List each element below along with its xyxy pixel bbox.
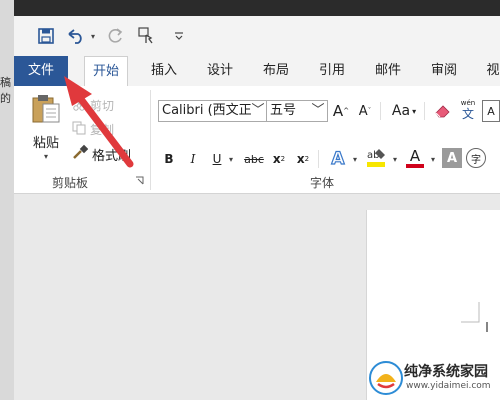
tab-home[interactable]: 开始 — [84, 56, 128, 87]
chevron-down-icon: ﹀ — [311, 103, 325, 118]
left-edge-text: 稿的 — [0, 76, 11, 105]
grow-font-button[interactable]: A ^ — [332, 100, 350, 122]
font-separator — [318, 150, 319, 168]
char-border-button[interactable]: A — [482, 100, 500, 122]
group-separator — [150, 90, 151, 190]
font-color-button[interactable]: A — [404, 146, 426, 170]
font-size-value: 五号 — [270, 103, 297, 118]
superscript-button[interactable]: x2 — [294, 150, 312, 168]
tab-layout[interactable]: 布局 — [254, 56, 298, 86]
watermark: 纯净系统家园 www.yidaimei.com — [366, 359, 498, 397]
chevron-down-icon: ▾ — [412, 106, 417, 116]
phonetic-top: wén — [460, 99, 476, 107]
font-group-label: 字体 — [310, 176, 335, 190]
tab-review[interactable]: 审阅 — [422, 56, 466, 86]
grow-font-icon: ^ — [343, 107, 350, 115]
cut-button[interactable]: 剪切 — [72, 96, 142, 114]
paste-label[interactable]: 粘贴 — [26, 132, 66, 151]
font-color-label: A — [409, 147, 421, 165]
redo-icon — [108, 28, 123, 43]
text-effects-button[interactable]: A — [328, 148, 348, 170]
undo-button[interactable] — [66, 26, 88, 46]
watermark-url: www.yidaimei.com — [406, 381, 491, 391]
shrink-font-label: A — [358, 103, 368, 119]
copy-icon — [72, 121, 90, 138]
change-case-label: Aa — [391, 103, 411, 119]
tab-mailings[interactable]: 邮件 — [366, 56, 410, 86]
change-case-button[interactable]: Aa ▾ — [386, 100, 422, 122]
superscript-label: x — [296, 152, 305, 166]
underline-dropdown[interactable]: ▾ — [226, 150, 236, 168]
subscript-icon: 2 — [280, 155, 286, 163]
highlight-button[interactable]: ab — [364, 146, 388, 170]
subscript-button[interactable]: x2 — [270, 150, 288, 168]
scissors-icon — [72, 97, 90, 114]
font-separator — [380, 102, 381, 120]
title-bar-frame — [0, 0, 500, 16]
highlight-dropdown[interactable]: ▾ — [390, 150, 400, 168]
superscript-icon: 2 — [304, 155, 310, 163]
cut-label: 剪切 — [90, 98, 115, 113]
phonetic-guide-button[interactable]: wén 文 — [456, 96, 480, 124]
watermark-title: 纯净系统家园 — [404, 364, 488, 380]
shrink-font-icon: ˇ — [367, 107, 372, 115]
tab-file[interactable]: 文件 — [14, 56, 68, 86]
quick-access-toolbar: ▾ — [14, 16, 500, 56]
grow-font-label: A — [332, 102, 344, 120]
watermark-logo-icon — [369, 361, 403, 395]
save-button[interactable] — [36, 26, 56, 46]
paste-button[interactable] — [26, 94, 66, 124]
undo-dropdown[interactable]: ▾ — [88, 26, 98, 46]
highlighter-icon: ab — [367, 149, 385, 167]
subscript-label: x — [272, 152, 281, 166]
italic-button[interactable]: I — [186, 150, 200, 168]
copy-button[interactable]: 复制 — [72, 120, 142, 138]
strikethrough-button[interactable]: abc — [242, 150, 266, 168]
dialog-launcher-icon — [135, 176, 143, 184]
word-window: ▾ 文件 开始 插入 设计 布局 引用 邮件 审阅 视 粘贴 ▾ 剪切 复制 格… — [14, 16, 500, 400]
font-color-dropdown[interactable]: ▾ — [428, 150, 438, 168]
font-separator — [424, 102, 425, 120]
tab-references[interactable]: 引用 — [310, 56, 354, 86]
tab-view[interactable]: 视 — [478, 56, 500, 86]
paste-dropdown[interactable]: ▾ — [40, 150, 52, 162]
bold-button[interactable]: B — [162, 150, 176, 168]
redo-button[interactable] — [106, 26, 126, 46]
shrink-font-button[interactable]: Aˇ — [356, 100, 374, 122]
font-name-combo[interactable]: Calibri (西文正 ﹀ — [158, 100, 268, 122]
touch-mode-icon — [138, 27, 153, 44]
customize-toolbar-button[interactable] — [172, 26, 186, 46]
format-painter-button[interactable]: 格式刷 — [72, 144, 152, 164]
underline-button[interactable]: U — [210, 150, 224, 168]
eraser-icon — [435, 105, 450, 118]
margin-corner-mark — [461, 302, 488, 332]
copy-label: 复制 — [90, 122, 115, 137]
paintbrush-icon — [72, 144, 92, 164]
tab-insert[interactable]: 插入 — [142, 56, 186, 86]
customize-icon — [175, 32, 183, 40]
font-name-value: Calibri (西文正 — [162, 103, 252, 118]
chevron-down-icon: ﹀ — [251, 101, 265, 121]
clipboard-icon — [32, 95, 60, 123]
format-painter-label: 格式刷 — [92, 148, 132, 164]
font-color-swatch — [406, 164, 424, 168]
undo-icon — [68, 29, 82, 44]
char-shading-button[interactable]: A — [442, 148, 462, 168]
phonetic-bottom: 文 — [461, 107, 474, 121]
enclose-characters-button[interactable]: 字 — [466, 148, 486, 168]
text-effects-dropdown[interactable]: ▾ — [350, 150, 360, 168]
tab-design[interactable]: 设计 — [198, 56, 242, 86]
touch-mode-button[interactable] — [136, 26, 158, 46]
left-edge: 稿的 — [0, 0, 14, 400]
save-icon — [38, 28, 54, 44]
font-size-combo[interactable]: 五号 ﹀ — [266, 100, 328, 122]
clipboard-launcher[interactable] — [134, 175, 144, 185]
ribbon-tabs: 文件 开始 插入 设计 布局 引用 邮件 审阅 视 — [14, 56, 500, 87]
clear-formatting-button[interactable] — [432, 100, 454, 122]
ribbon-home: 粘贴 ▾ 剪切 复制 格式刷 剪贴板 Calibri (西文正 ﹀ 五号 ﹀ A… — [14, 86, 500, 194]
clipboard-group-label: 剪贴板 — [52, 176, 89, 190]
